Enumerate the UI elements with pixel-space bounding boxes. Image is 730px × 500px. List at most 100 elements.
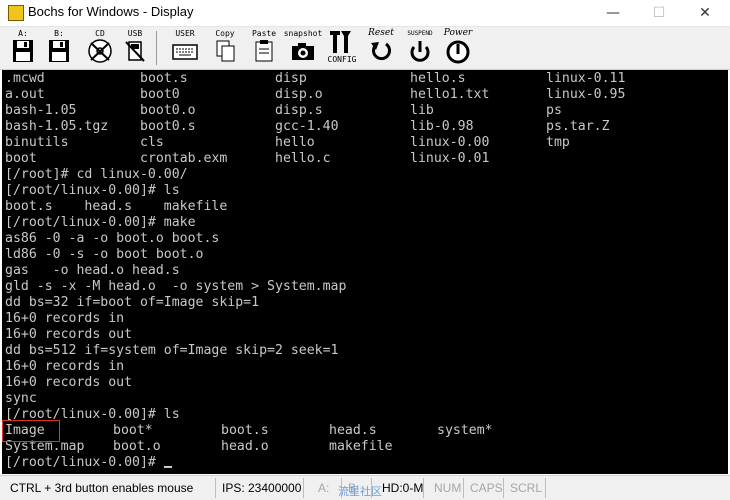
paste-clipboard-icon — [255, 40, 273, 62]
listing-entry: gcc-1.40 — [275, 119, 339, 134]
listing-row: boot crontab.exm hello.c linux-0.01 — [5, 151, 489, 167]
usb-button[interactable]: USB — [120, 29, 150, 67]
listing-entry: hello.s — [410, 71, 466, 86]
terminal-line: [/root/linux-0.00]# ls — [5, 183, 180, 198]
status-empty-cell — [546, 478, 726, 498]
snapshot-button[interactable]: snapshot — [284, 29, 322, 67]
keyboard-icon — [172, 44, 198, 60]
terminal-line: 16+0 records in — [5, 311, 125, 326]
cdrom-label: CD — [95, 29, 105, 38]
cdrom-button[interactable]: CD — [84, 29, 116, 67]
listing-row: a.out boot0 disp.o hello1.txt linux-0.95 — [5, 87, 625, 103]
listing-entry: ps.tar.Z — [546, 119, 610, 134]
listing-entry: head.s — [329, 423, 377, 438]
num-lock-indicator: NUM — [428, 478, 464, 498]
close-button[interactable]: ✕ — [682, 0, 728, 26]
reset-button[interactable]: Reset — [364, 29, 398, 67]
listing-entry: boot.o — [113, 439, 161, 454]
listing-entry: makefile — [329, 439, 393, 454]
reset-arrow-icon — [371, 42, 391, 61]
mouse-hint: CTRL + 3rd button enables mouse — [2, 478, 216, 498]
listing-entry: boot0.s — [140, 119, 196, 134]
toolbar-separator — [156, 31, 157, 65]
listing-row: bash-1.05.tgz boot0.s gcc-1.40 lib-0.98 ps.t… — [5, 119, 610, 135]
terminal-line: [/root]# cd linux-0.00/ — [5, 167, 188, 182]
terminal-line: ld86 -0 -s -o boot boot.o — [5, 247, 204, 262]
config-button[interactable]: CONFIG — [326, 29, 358, 67]
vga-display[interactable]: .mcwd boot.s disp hello.s linux-0.11 a.out boo… — [2, 70, 728, 474]
listing-entry: tmp — [546, 135, 570, 150]
reset-label: Reset — [368, 28, 394, 38]
camera-icon — [292, 43, 314, 60]
suspend-power-icon — [410, 41, 430, 62]
terminal-line: dd bs=32 if=boot of=Image skip=1 — [5, 295, 260, 310]
window-title: Bochs for Windows - Display — [28, 4, 194, 19]
title-bar: Bochs for Windows - Display — ☐ ✕ — [0, 0, 730, 27]
terminal-line: boot.s head.s makefile — [5, 199, 228, 214]
power-button[interactable]: Power — [440, 29, 476, 67]
scroll-lock-indicator: SCRL — [504, 478, 546, 498]
listing-entry: boot* — [113, 423, 153, 438]
suspend-button[interactable]: SUSPEND — [402, 29, 438, 67]
listing-entry: boot.s — [221, 423, 269, 438]
listing-row: .mcwd boot.s disp hello.s linux-0.11 — [5, 71, 625, 87]
user-button[interactable]: USER — [168, 29, 202, 67]
listing-entry: linux-0.01 — [410, 151, 490, 166]
terminal-line: gas -o head.o head.s — [5, 263, 180, 278]
listing-entry: head.o — [221, 439, 269, 454]
listing-entry: linux-0.00 — [410, 135, 490, 150]
cdrom-disc-icon — [88, 39, 112, 63]
listing-entry: system* — [437, 423, 493, 438]
usb-label: USB — [127, 29, 143, 38]
terminal-line: sync — [5, 391, 37, 406]
maximize-button[interactable]: ☐ — [636, 0, 682, 26]
copy-label: Copy — [215, 29, 235, 38]
terminal-line: 16+0 records out — [5, 327, 133, 342]
power-icon — [446, 40, 470, 64]
floppy-disk-icon — [49, 40, 69, 62]
listing-entry: cls — [140, 135, 164, 150]
listing-entry: hello1.txt — [410, 87, 490, 102]
paste-label: Paste — [251, 29, 277, 38]
listing-entry: disp — [275, 71, 307, 86]
listing-row: bash-1.05 boot0.o disp.s lib ps — [5, 103, 562, 119]
user-label: USER — [175, 29, 195, 38]
text-cursor — [163, 466, 172, 468]
watermark-text: 流星社区 — [338, 485, 382, 498]
floppy-b-button[interactable]: B: — [44, 29, 74, 67]
image-file-highlight — [2, 420, 60, 442]
terminal-line: 16+0 records out — [5, 375, 133, 390]
copy-button[interactable]: Copy — [210, 29, 240, 67]
listing-entry: linux-0.11 — [546, 71, 626, 86]
listing-entry: boot0 — [140, 87, 180, 102]
paste-button[interactable]: Paste — [248, 29, 280, 67]
snapshot-label: snapshot — [283, 29, 323, 38]
ips-readout: IPS: 23400000 — [216, 478, 304, 498]
terminal-line: as86 -0 -a -o boot.o boot.s — [5, 231, 220, 246]
hd-indicator: HD:0-M — [376, 478, 424, 498]
terminal-line: 16+0 records in — [5, 359, 125, 374]
minimize-button[interactable]: — — [590, 0, 636, 26]
command-output: [/root]# cd linux-0.00/[/root/linux-0.00… — [5, 167, 346, 423]
prompt-line: [/root/linux-0.00]# — [5, 455, 346, 471]
listing-entry: hello — [275, 135, 315, 150]
listing-entry: boot0.o — [140, 103, 196, 118]
shell-prompt: [/root/linux-0.00]# — [5, 455, 164, 470]
config-label: CONFIG — [327, 55, 357, 64]
listing-entry: crontab.exm — [140, 151, 228, 166]
listing-entry: boot.s — [140, 71, 188, 86]
listing-entry: bash-1.05.tgz — [5, 119, 109, 134]
listing-entry: ps — [546, 103, 562, 118]
floppy-a-button[interactable]: A: — [8, 29, 38, 67]
terminal-line: gld -s -x -M head.o -o system > System.m… — [5, 279, 347, 294]
toolbar: A: B: CD USB USER Copy Paste snapshot CO… — [0, 27, 730, 70]
caps-lock-indicator: CAPS — [464, 478, 504, 498]
power-label: Power — [443, 28, 473, 38]
ls-root-listing: .mcwd boot.s disp hello.s linux-0.11 a.out boo… — [5, 71, 625, 167]
floppy-disk-icon — [13, 40, 33, 62]
listing-entry: binutils — [5, 135, 69, 150]
listing-row: binutils cls hello linux-0.00 tmp — [5, 135, 570, 151]
listing-entry: disp.s — [275, 103, 323, 118]
listing-entry: a.out — [5, 87, 45, 102]
listing-entry: .mcwd — [5, 71, 45, 86]
